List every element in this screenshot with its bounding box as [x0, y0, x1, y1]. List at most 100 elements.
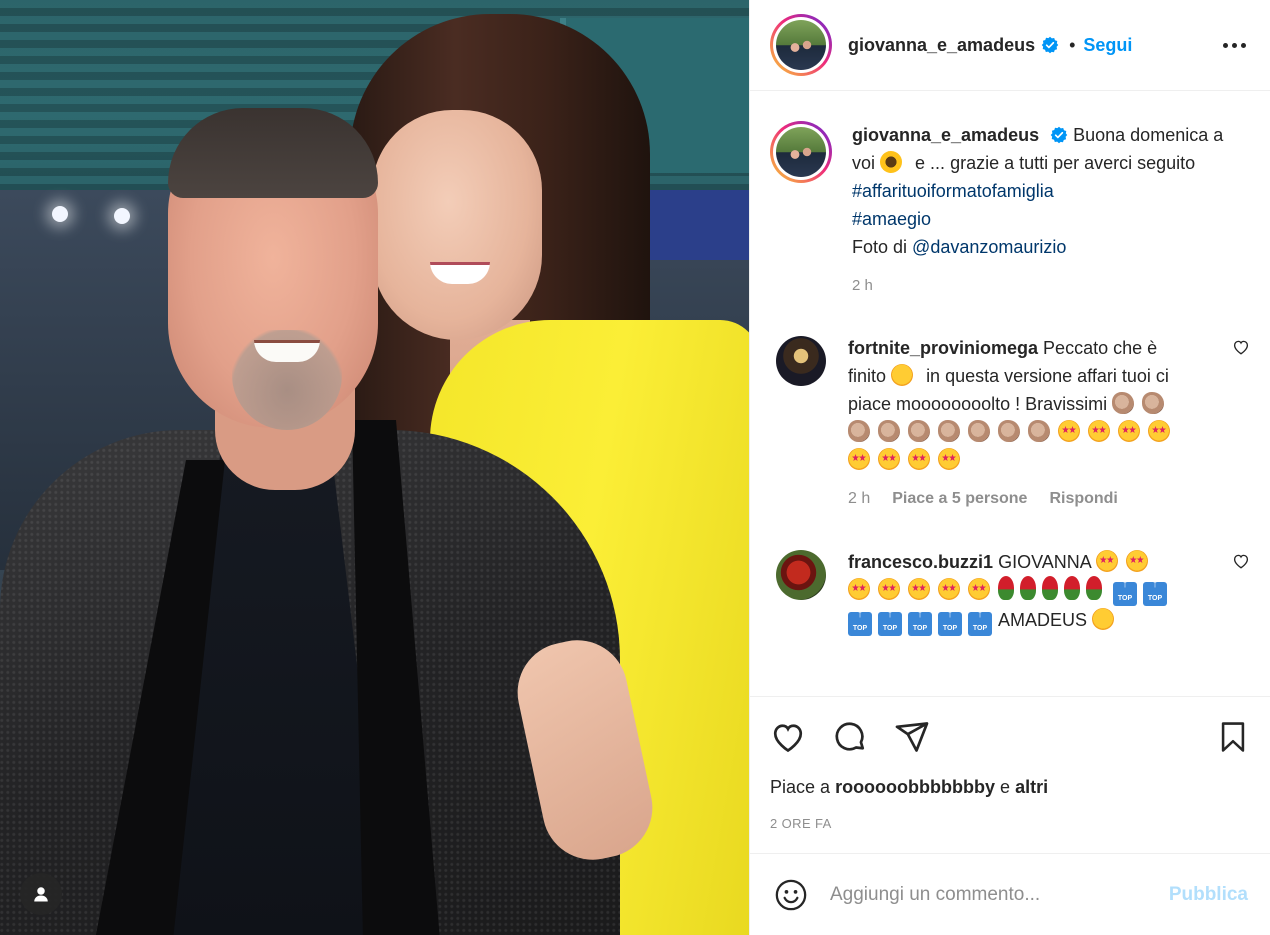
photo-woman-face [372, 110, 542, 340]
comment-body: francesco.buzzi1 GIOVANNA TOPTOPTOPTOPTO… [848, 548, 1178, 636]
user-tag-button[interactable] [20, 873, 62, 915]
comment-text: AMADEUS [998, 610, 1088, 630]
commenter-username[interactable]: francesco.buzzi1 [848, 552, 993, 572]
star-struck-emoji-icon [1125, 550, 1148, 572]
comment-like-heart-icon[interactable] [1232, 338, 1250, 356]
post-side-panel: giovanna_e_amadeus • Segui giovanna_e_am… [749, 0, 1270, 935]
post-caption: giovanna_e_amadeus Buona domenica a voi … [770, 121, 1250, 261]
comment-icon[interactable] [832, 719, 868, 755]
publish-button[interactable]: Pubblica [1169, 884, 1248, 906]
top-arrow-emoji-icon: TOP [1143, 574, 1168, 606]
add-comment-bar: Pubblica [750, 853, 1270, 935]
star-struck-emoji-icon [938, 448, 960, 470]
rose-emoji-icon [1042, 576, 1058, 600]
verified-badge-icon [1041, 36, 1059, 54]
author-avatar[interactable] [770, 14, 832, 76]
clap-emoji-icon [908, 420, 930, 442]
emoji-smiley-icon[interactable] [774, 878, 808, 912]
comment-like-heart-icon[interactable] [1232, 552, 1250, 570]
photo-man-hair [168, 108, 378, 198]
star-struck-emoji-icon [1088, 420, 1110, 442]
likes-summary: Piace a roooooobbbbbbby e altri [770, 777, 1250, 798]
top-arrow-emoji-icon: TOP [878, 604, 902, 636]
caption-timestamp[interactable]: 2 h [852, 277, 1250, 294]
hashtag-link[interactable]: #affarituoiformatofamiglia [852, 181, 1054, 201]
clap-emoji-icon [1112, 392, 1135, 414]
top-arrow-emoji-icon: TOP [848, 604, 872, 636]
star-struck-emoji-icon [878, 448, 900, 470]
post-timestamp[interactable]: 2 ORE FA [770, 816, 1250, 853]
likes-others[interactable]: altri [1015, 777, 1048, 797]
caption-avatar-frame [773, 124, 829, 180]
star-struck-emoji-icon [848, 578, 870, 600]
star-struck-emoji-icon [1095, 550, 1118, 572]
rose-emoji-icon [1086, 576, 1102, 600]
rose-emoji-icon [1064, 576, 1080, 600]
top-arrow-emoji-icon: TOP [938, 604, 962, 636]
commenter-username[interactable]: fortnite_proviniomega [848, 338, 1038, 358]
instagram-post: giovanna_e_amadeus • Segui giovanna_e_am… [0, 0, 1270, 935]
commenter-avatar[interactable] [776, 336, 826, 386]
comment-input[interactable] [830, 883, 1169, 906]
comment-item: francesco.buzzi1 GIOVANNA TOPTOPTOPTOPTO… [770, 548, 1250, 636]
top-arrow-emoji-icon: TOP [968, 604, 992, 636]
comment-meta: 2 h Piace a 5 persone Rispondi [848, 490, 1250, 508]
clap-emoji-icon [878, 420, 900, 442]
likes-conj: e [1000, 777, 1011, 797]
top-arrow-emoji-icon: TOP [908, 604, 932, 636]
comment-timestamp[interactable]: 2 h [848, 490, 870, 508]
user-tag-icon [34, 887, 48, 902]
verified-badge-icon [1050, 126, 1068, 144]
star-struck-emoji-icon [968, 578, 990, 600]
rose-emoji-icon [1020, 576, 1036, 600]
star-struck-emoji-icon [1058, 420, 1080, 442]
author-username[interactable]: giovanna_e_amadeus [848, 35, 1035, 56]
clap-emoji-icon [1142, 392, 1165, 414]
comment-body: fortnite_proviniomega Peccato che è fini… [848, 334, 1178, 474]
author-avatar-frame [773, 17, 829, 73]
photo-studio-light [52, 206, 68, 222]
clap-emoji-icon [968, 420, 990, 442]
likes-user[interactable]: roooooobbbbbbby [835, 777, 995, 797]
author-avatar-image [776, 20, 826, 70]
follow-button[interactable]: Segui [1083, 35, 1132, 56]
caption-photo-credit: Foto di [852, 237, 908, 257]
post-photo[interactable] [0, 0, 749, 935]
caption-username[interactable]: giovanna_e_amadeus [852, 125, 1039, 145]
top-arrow-emoji-icon: TOP [1113, 574, 1138, 606]
save-bookmark-icon[interactable] [1216, 720, 1250, 754]
likes-prefix: Piace a [770, 777, 831, 797]
comment-text: GIOVANNA [998, 552, 1091, 572]
star-struck-emoji-icon [878, 578, 900, 600]
clap-emoji-icon [848, 420, 870, 442]
clap-emoji-icon [1028, 420, 1050, 442]
star-struck-emoji-icon [938, 578, 960, 600]
rose-emoji-icon [998, 576, 1014, 600]
comment-reply-button[interactable]: Rispondi [1049, 490, 1117, 508]
post-header: giovanna_e_amadeus • Segui [750, 0, 1270, 91]
post-actions: Piace a roooooobbbbbbby e altri 2 ORE FA [750, 696, 1270, 853]
laughing-tears-emoji-icon [1092, 608, 1115, 630]
heart-icon[interactable] [770, 719, 806, 755]
photo-studio-light [114, 208, 130, 224]
caption-text: giovanna_e_amadeus Buona domenica a voi … [852, 121, 1250, 261]
comments-section[interactable]: giovanna_e_amadeus Buona domenica a voi … [750, 91, 1270, 696]
clap-emoji-icon [938, 420, 960, 442]
comment-item: fortnite_proviniomega Peccato che è fini… [770, 334, 1250, 474]
hashtag-link[interactable]: #amaegio [852, 209, 931, 229]
clap-emoji-icon [998, 420, 1020, 442]
star-struck-emoji-icon [848, 448, 870, 470]
more-options-icon[interactable] [1217, 37, 1252, 54]
star-struck-emoji-icon [1148, 420, 1170, 442]
caption-avatar[interactable] [770, 121, 832, 183]
header-separator: • [1069, 34, 1076, 55]
action-icon-bar [770, 719, 1250, 755]
caption-avatar-image [776, 127, 826, 177]
comment-likes-count[interactable]: Piace a 5 persone [892, 490, 1027, 508]
downcast-sweat-emoji-icon [891, 364, 914, 386]
caption-part-2: e ... grazie a tutti per averci seguito [915, 153, 1196, 173]
mention-link[interactable]: @davanzomaurizio [912, 237, 1066, 257]
star-struck-emoji-icon [908, 448, 930, 470]
commenter-avatar[interactable] [776, 550, 826, 600]
share-icon[interactable] [894, 719, 930, 755]
